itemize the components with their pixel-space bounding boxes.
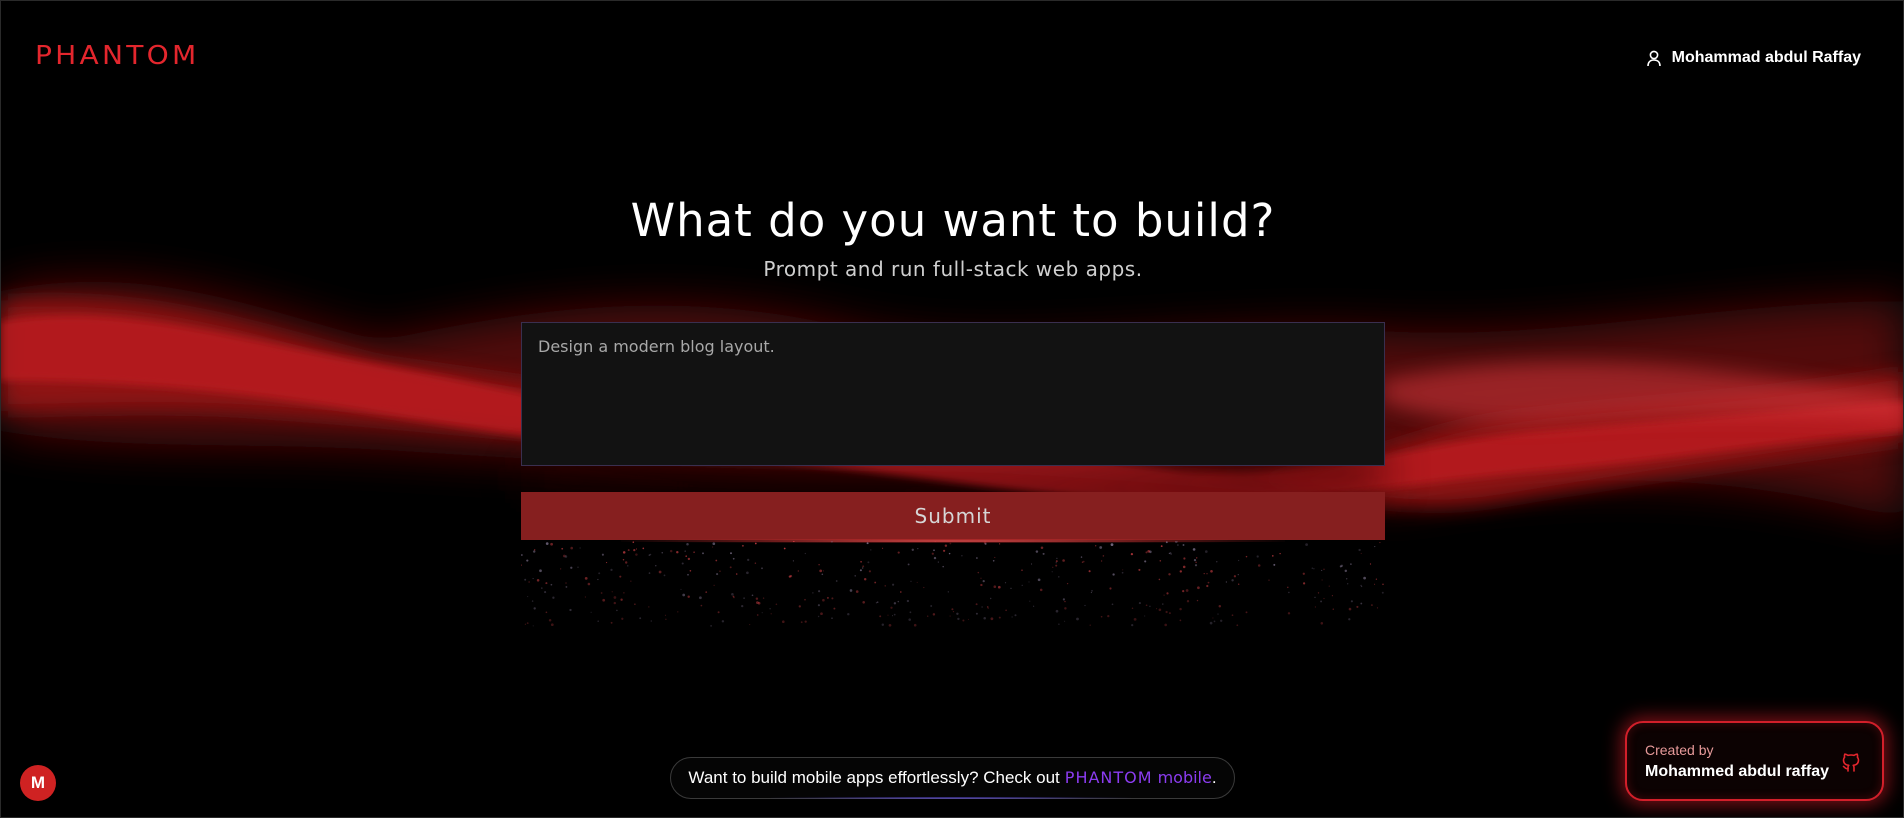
phantom-mobile-brand: PHANTOM <box>1064 768 1153 787</box>
avatar[interactable]: M <box>20 765 56 801</box>
creator-card[interactable]: Created by Mohammed abdul raffay <box>1625 721 1884 801</box>
mobile-banner-period: . <box>1211 768 1217 787</box>
creator-label: Created by <box>1645 742 1714 758</box>
submit-button[interactable]: Submit <box>521 492 1385 540</box>
phantom-logo[interactable]: PHANTOM <box>35 41 199 71</box>
phantom-mobile-link[interactable]: PHANTOM mobile <box>1065 768 1212 788</box>
sparkle-particles <box>521 541 1384 627</box>
creator-name: Mohammed abdul raffay <box>1645 763 1830 780</box>
user-menu[interactable]: Mohammad abdul Raffay <box>1646 49 1861 67</box>
prompt-input[interactable] <box>521 322 1385 466</box>
page-title: What do you want to build? <box>630 194 1276 247</box>
page-subtitle: Prompt and run full-stack web apps. <box>763 257 1143 281</box>
mobile-banner-text: Want to build mobile apps effortlessly? … <box>688 768 1060 787</box>
github-icon <box>1840 750 1862 778</box>
user-name: Mohammad abdul Raffay <box>1671 49 1861 66</box>
user-icon <box>1646 49 1662 67</box>
phantom-mobile-suffix: mobile <box>1157 768 1212 787</box>
hero: What do you want to build? Prompt and ru… <box>1 193 1903 283</box>
banner-underline-glow <box>771 797 1131 799</box>
mobile-apps-banner: Want to build mobile apps effortlessly? … <box>670 757 1235 799</box>
page: PHANTOM Mohammad abdul Raffay What do yo… <box>0 0 1904 818</box>
